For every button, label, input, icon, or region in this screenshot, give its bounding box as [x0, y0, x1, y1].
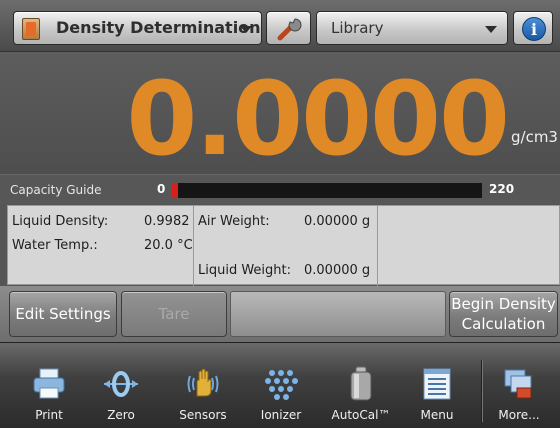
toolbar-label: AutoCal™: [331, 408, 391, 422]
air-weight-label: Air Weight:: [198, 214, 270, 229]
menu-button[interactable]: Menu: [402, 362, 472, 426]
more-button[interactable]: More...: [484, 362, 554, 426]
application-select[interactable]: Density Determination: [13, 11, 262, 45]
zero-button[interactable]: Zero: [86, 362, 156, 426]
toolbar-label: Sensors: [179, 408, 227, 422]
toolbar-label: More...: [498, 408, 540, 422]
wrench-icon: [277, 18, 302, 41]
weight-display: 0.0000 g/cm3: [0, 52, 560, 174]
liquid-density-label: Liquid Density:: [12, 214, 109, 229]
menu-icon: [423, 368, 451, 400]
chevron-down-icon: [240, 26, 252, 33]
toolbar-separator: [481, 360, 483, 422]
application-label: Density Determination: [56, 18, 261, 37]
printer-icon: [33, 368, 65, 399]
air-weight-value: 0.00000 g: [304, 214, 371, 229]
print-button[interactable]: Print: [14, 362, 84, 426]
sensors-button[interactable]: Sensors: [168, 362, 238, 426]
top-bar: Density Determination Library i: [0, 0, 560, 52]
ionizer-button[interactable]: Ionizer: [246, 362, 316, 426]
library-select[interactable]: Library: [316, 11, 508, 45]
more-icon: [504, 369, 532, 399]
capacity-fill: [172, 183, 178, 198]
autocal-button[interactable]: AutoCal™: [326, 362, 396, 426]
density-reading: 0.0000: [126, 60, 510, 179]
begin-button-line1: Begin Density: [451, 295, 556, 313]
divider: [193, 206, 194, 286]
ionizer-icon: [265, 370, 298, 400]
water-temp-value: 20.0 °C: [144, 238, 193, 253]
capacity-bar: [172, 183, 482, 198]
divider: [377, 206, 378, 286]
hand-sensor-icon: [187, 368, 219, 397]
settings-button[interactable]: [266, 11, 311, 45]
liquid-density-value: 0.9982: [144, 214, 190, 229]
result-info-panel: Liquid Density: 0.9982 Water Temp.: 20.0…: [7, 205, 560, 286]
liquid-weight-label: Liquid Weight:: [198, 263, 292, 278]
edit-settings-button[interactable]: Edit Settings: [9, 291, 117, 337]
tare-button[interactable]: Tare: [121, 291, 227, 337]
chevron-down-icon: [485, 26, 497, 33]
capacity-guide-label: Capacity Guide: [10, 183, 102, 197]
toolbar-label: Menu: [420, 408, 454, 422]
capacity-max: 220: [489, 182, 515, 196]
begin-button-line2: Calculation: [461, 315, 546, 333]
water-temp-label: Water Temp.:: [12, 238, 98, 253]
function-button-row: Edit Settings Tare Begin Density Calcula…: [0, 286, 560, 342]
info-button[interactable]: i: [513, 11, 553, 45]
calibration-weight-icon: [350, 366, 372, 401]
empty-button-slot: [230, 291, 446, 337]
toolbar-label: Ionizer: [260, 408, 302, 422]
density-unit: g/cm3: [511, 128, 558, 146]
liquid-weight-value: 0.00000 g: [304, 263, 371, 278]
info-icon: i: [522, 17, 546, 41]
toolbar-label: Print: [35, 408, 63, 422]
begin-density-calculation-button[interactable]: Begin Density Calculation: [449, 291, 558, 337]
zero-icon: [104, 371, 138, 397]
capacity-guide: Capacity Guide 0 220: [0, 174, 560, 204]
toolbar-label: Zero: [107, 408, 135, 422]
beaker-icon: [22, 18, 40, 40]
capacity-min: 0: [157, 182, 166, 196]
library-label: Library: [331, 19, 384, 37]
